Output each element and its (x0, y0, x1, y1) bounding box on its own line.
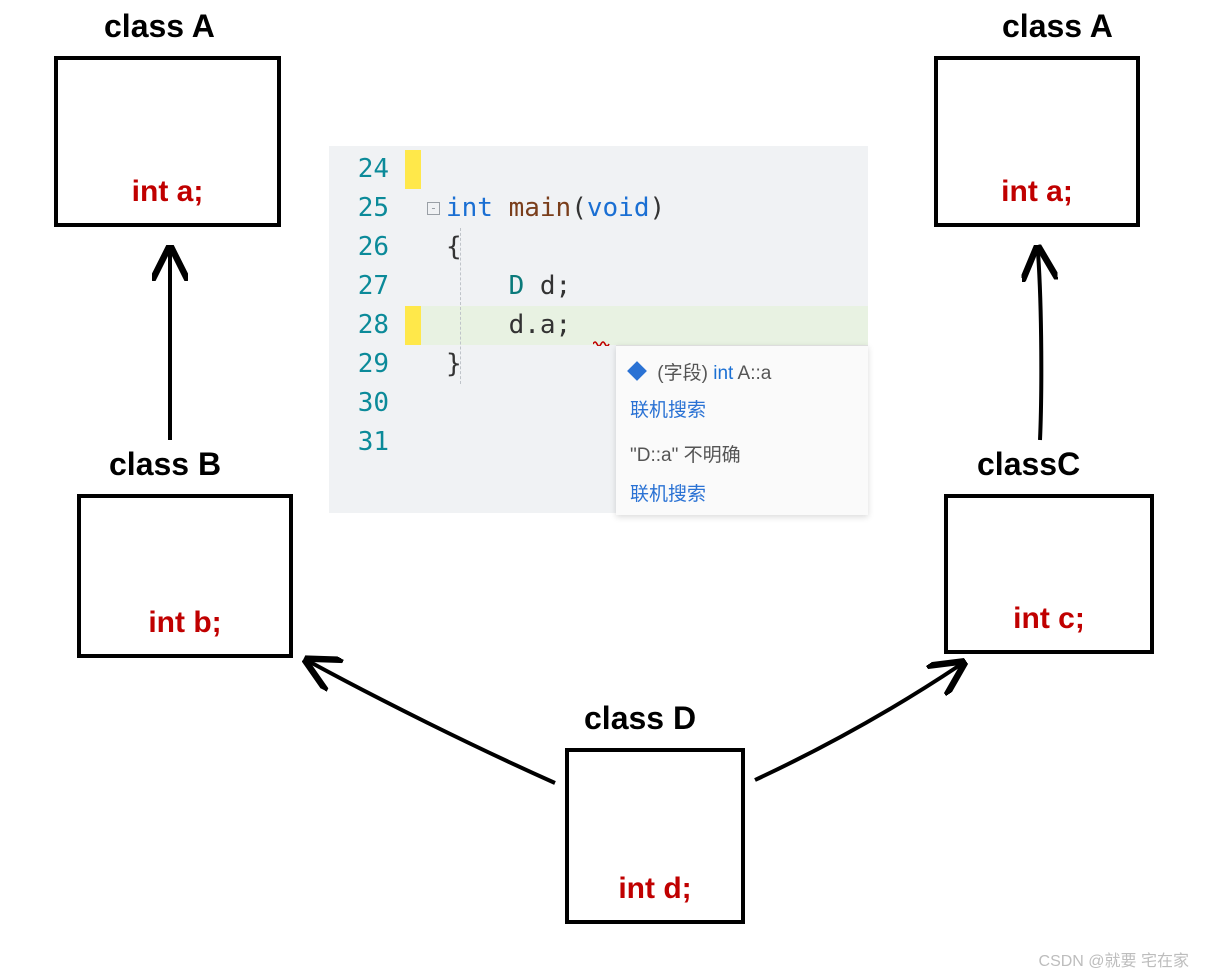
code-line-27: D d; (399, 267, 868, 306)
line-number: 24 (329, 150, 399, 189)
label-class-a-left: class A (104, 8, 215, 45)
tooltip-field-name: A::a (738, 363, 772, 384)
tooltip-field-type: int (713, 363, 737, 384)
box-class-b: int b; (77, 494, 293, 658)
tooltip-error-text: "D::a" 不明确 (630, 440, 854, 467)
member-class-c: int c; (948, 602, 1150, 636)
tooltip-field-label: (字段) (657, 363, 713, 384)
box-class-d: int d; (565, 748, 745, 924)
line-number-gutter: 24 25 26 27 28 29 30 31 (329, 146, 399, 513)
txt-d: d; (540, 271, 571, 301)
line-number: 26 (329, 228, 399, 267)
code-editor: 24 25 26 27 28 29 30 31 - int main(void)… (329, 146, 868, 513)
code-line-26: { (399, 228, 868, 267)
line-number: 28 (329, 306, 399, 345)
line-number: 25 (329, 189, 399, 228)
expr-da: d.a; (509, 310, 572, 340)
brace-open: { (446, 232, 462, 262)
paren-open: ( (571, 193, 587, 223)
member-class-b: int b; (81, 606, 289, 640)
diagram-canvas: { "classes": { "a1": {"label":"class A",… (0, 0, 1229, 977)
label-class-a-right: class A (1002, 8, 1113, 45)
error-squiggle (593, 340, 611, 346)
field-icon (627, 361, 647, 381)
box-class-a-right: int a; (934, 56, 1140, 227)
member-class-d: int d; (569, 872, 741, 906)
box-class-a-left: int a; (54, 56, 281, 227)
paren-close: ) (650, 193, 666, 223)
label-class-d: class D (584, 700, 696, 737)
line-number: 31 (329, 423, 399, 462)
watermark: CSDN @就要 宅在家 (1039, 947, 1189, 971)
label-class-c: classC (977, 446, 1080, 483)
code-line-24 (399, 150, 868, 189)
code-line-25: int main(void) (399, 189, 868, 228)
line-number: 27 (329, 267, 399, 306)
tooltip-field-row: (字段) int A::a (630, 358, 854, 385)
member-class-a-right: int a; (938, 175, 1136, 209)
tooltip-search-link-2[interactable]: 联机搜索 (630, 479, 854, 506)
code-line-28: d.a; (399, 306, 868, 345)
type-d: D (509, 271, 540, 301)
intellisense-tooltip: (字段) int A::a 联机搜索 "D::a" 不明确 联机搜索 (616, 345, 868, 515)
box-class-c: int c; (944, 494, 1154, 654)
kw-int: int (446, 193, 509, 223)
fn-main: main (509, 193, 572, 223)
kw-void: void (587, 193, 650, 223)
line-number: 30 (329, 384, 399, 423)
member-class-a-left: int a; (58, 175, 277, 209)
tooltip-search-link[interactable]: 联机搜索 (630, 395, 854, 422)
label-class-b: class B (109, 446, 221, 483)
line-number: 29 (329, 345, 399, 384)
brace-close: } (446, 349, 462, 379)
